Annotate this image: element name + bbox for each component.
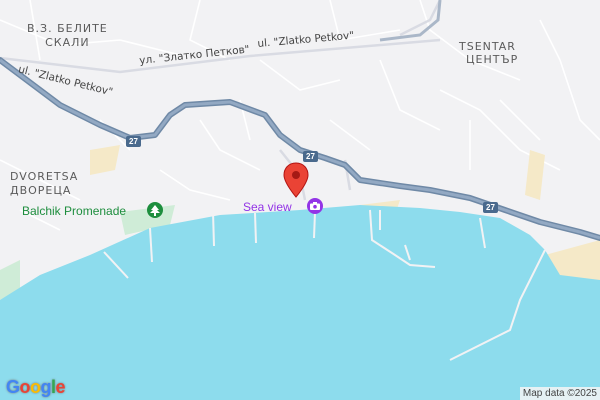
place-label-tsentar-cyr: ЦЕНТЪР	[466, 53, 519, 66]
map-canvas[interactable]: В.З. БЕЛИТЕ СКАЛИ TSENTAR ЦЕНТЪР DVORETS…	[0, 0, 600, 400]
place-label-dvoretsa-latin: DVORETSA	[10, 170, 79, 183]
route-shield-27: 27	[126, 136, 141, 147]
route-shield-27: 27	[303, 151, 318, 162]
place-label-tsentar-latin: TSENTAR	[459, 40, 516, 53]
poi-label-balchik-promenade[interactable]: Balchik Promenade	[22, 204, 126, 218]
tree-icon[interactable]	[147, 202, 163, 218]
place-label-dvoretsa-cyr: ДВОРЕЦА	[10, 184, 72, 197]
route-shield-27: 27	[483, 202, 498, 213]
camera-icon[interactable]	[307, 198, 323, 214]
poi-label-sea-view[interactable]: Sea view	[243, 200, 292, 214]
google-logo: Google	[6, 377, 66, 397]
place-label-belite-skali: В.З. БЕЛИТЕ СКАЛИ	[27, 22, 108, 49]
map-attribution[interactable]: Map data ©2025	[519, 387, 600, 400]
